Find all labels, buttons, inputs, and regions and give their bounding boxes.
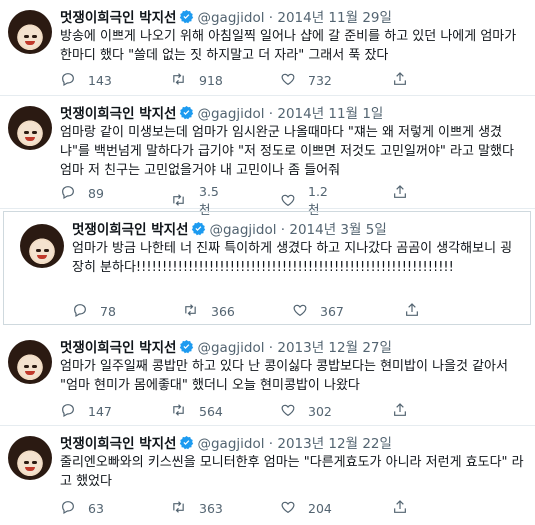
tweet-date[interactable]: 2014년 11월 29일	[277, 10, 392, 26]
tweet-date[interactable]: 2013년 12월 22일	[277, 436, 392, 452]
tweet-text: 줄리엔오빠와의 키스씬을 모니터한후 엄마는 "다른게효도가 아니라 저런게 효…	[60, 455, 524, 489]
reply-button[interactable]: 63	[60, 499, 104, 518]
retweet-count: 918	[199, 73, 223, 88]
retweet-icon	[170, 71, 199, 90]
verified-badge-icon	[179, 9, 194, 29]
avatar[interactable]	[20, 224, 64, 268]
display-name[interactable]: 멋쟁이희극인 박지선	[60, 10, 176, 26]
handle[interactable]: @gagjidol	[197, 106, 264, 122]
retweet-button[interactable]: 363	[170, 499, 223, 518]
like-count: 367	[320, 304, 344, 319]
share-icon	[392, 499, 420, 518]
avatar[interactable]	[8, 106, 52, 150]
reply-button[interactable]: 147	[60, 402, 112, 421]
like-button[interactable]: 367	[292, 302, 344, 321]
reply-count: 147	[88, 404, 112, 419]
retweet-button[interactable]: 366	[182, 302, 235, 321]
reply-button[interactable]: 89	[60, 184, 104, 203]
share-button[interactable]	[392, 402, 420, 421]
separator-dot: ·	[264, 436, 278, 452]
retweet-icon	[170, 402, 199, 421]
tweet[interactable]: 멋쟁이희극인 박지선 @gagjidol · 2013년 12월 27일 엄마가 …	[0, 330, 535, 426]
reply-button[interactable]: 143	[60, 71, 112, 90]
handle[interactable]: @gagjidol	[197, 436, 264, 452]
tweet-text: 엄마가 일주일째 콩밥만 하고 있다 난 콩이싫다 콩밥보다는 현미밥이 나을것…	[60, 359, 508, 393]
tweet-date[interactable]: 2014년 3월 5일	[289, 222, 386, 238]
tweet[interactable]: 멋쟁이희극인 박지선 @gagjidol · 2014년 11월 29일 방송에 …	[0, 0, 535, 96]
tweet-header: 멋쟁이희극인 박지선 @gagjidol · 2014년 11월 1일	[60, 105, 383, 125]
tweet-header: 멋쟁이희극인 박지선 @gagjidol · 2013년 12월 22일	[60, 435, 392, 455]
tweet-text: 방송에 이쁘게 나오기 위해 아침일찍 일어나 샵에 갈 준비를 하고 있던 나…	[60, 29, 517, 63]
like-count: 302	[308, 404, 332, 419]
share-icon	[392, 71, 420, 90]
separator-dot: ·	[264, 10, 278, 26]
share-icon	[392, 184, 420, 203]
verified-badge-icon	[179, 339, 194, 359]
tweet[interactable]: 멋쟁이희극인 박지선 @gagjidol · 2013년 12월 22일 줄리엔오…	[0, 426, 535, 525]
share-button[interactable]	[392, 499, 420, 518]
avatar[interactable]	[8, 340, 52, 384]
handle[interactable]: @gagjidol	[197, 10, 264, 26]
tweet-text: 엄마가 방금 나한테 너 진짜 특이하게 생겼다 하고 지나갔다 곰곰이 생각해…	[72, 241, 513, 275]
reply-icon	[72, 302, 100, 321]
handle[interactable]: @gagjidol	[209, 222, 276, 238]
heart-icon	[280, 499, 308, 518]
separator-dot: ·	[264, 340, 278, 356]
tweet-header: 멋쟁이희극인 박지선 @gagjidol · 2014년 11월 29일	[60, 9, 392, 29]
share-button[interactable]	[404, 302, 432, 321]
handle[interactable]: @gagjidol	[197, 340, 264, 356]
separator-dot: ·	[276, 222, 290, 238]
share-button[interactable]	[392, 184, 420, 203]
heart-icon	[280, 71, 308, 90]
reply-button[interactable]: 78	[72, 302, 116, 321]
like-button[interactable]: 732	[280, 71, 332, 90]
reply-count: 89	[88, 186, 104, 201]
verified-badge-icon	[191, 221, 206, 241]
retweet-count: 363	[199, 501, 223, 516]
reply-icon	[60, 499, 88, 518]
like-button[interactable]: 302	[280, 402, 332, 421]
like-button[interactable]: 204	[280, 499, 332, 518]
retweet-button[interactable]: 564	[170, 402, 223, 421]
display-name[interactable]: 멋쟁이희극인 박지선	[60, 436, 176, 452]
reply-count: 63	[88, 501, 104, 516]
display-name[interactable]: 멋쟁이희극인 박지선	[60, 340, 176, 356]
heart-icon	[280, 192, 308, 211]
tweet-header: 멋쟁이희극인 박지선 @gagjidol · 2014년 3월 5일	[72, 221, 387, 241]
avatar[interactable]	[8, 10, 52, 54]
retweet-count: 564	[199, 404, 223, 419]
reply-icon	[60, 184, 88, 203]
reply-icon	[60, 402, 88, 421]
tweet-text: 엄마랑 같이 미생보는데 엄마가 임시완군 나올때마다 "쟤는 왜 저렇게 이쁘…	[60, 125, 514, 178]
like-count: 732	[308, 73, 332, 88]
retweet-icon	[170, 499, 199, 518]
display-name[interactable]: 멋쟁이희극인 박지선	[72, 222, 188, 238]
share-button[interactable]	[392, 71, 420, 90]
like-count: 204	[308, 501, 332, 516]
tweet[interactable]: 멋쟁이희극인 박지선 @gagjidol · 2014년 11월 1일 엄마랑 같…	[0, 96, 535, 217]
reply-icon	[60, 71, 88, 90]
verified-badge-icon	[179, 105, 194, 125]
share-icon	[392, 402, 420, 421]
share-icon	[404, 302, 432, 321]
tweet-header: 멋쟁이희극인 박지선 @gagjidol · 2013년 12월 27일	[60, 339, 392, 359]
retweet-button[interactable]: 918	[170, 71, 223, 90]
retweet-icon	[182, 302, 211, 321]
display-name[interactable]: 멋쟁이희극인 박지선	[60, 106, 176, 122]
heart-icon	[292, 302, 320, 321]
verified-badge-icon	[179, 435, 194, 455]
separator-dot: ·	[264, 106, 278, 122]
tweet-date[interactable]: 2014년 11월 1일	[277, 106, 383, 122]
avatar[interactable]	[8, 436, 52, 480]
tweet[interactable]: 멋쟁이희극인 박지선 @gagjidol · 2014년 3월 5일 엄마가 방금…	[3, 211, 531, 325]
reply-count: 143	[88, 73, 112, 88]
heart-icon	[280, 402, 308, 421]
tweet-date[interactable]: 2013년 12월 27일	[277, 340, 392, 356]
retweet-count: 366	[211, 304, 235, 319]
timeline-feed: 멋쟁이희극인 박지선 @gagjidol · 2014년 11월 29일 방송에 …	[0, 0, 535, 525]
reply-count: 78	[100, 304, 116, 319]
retweet-icon	[170, 192, 199, 211]
